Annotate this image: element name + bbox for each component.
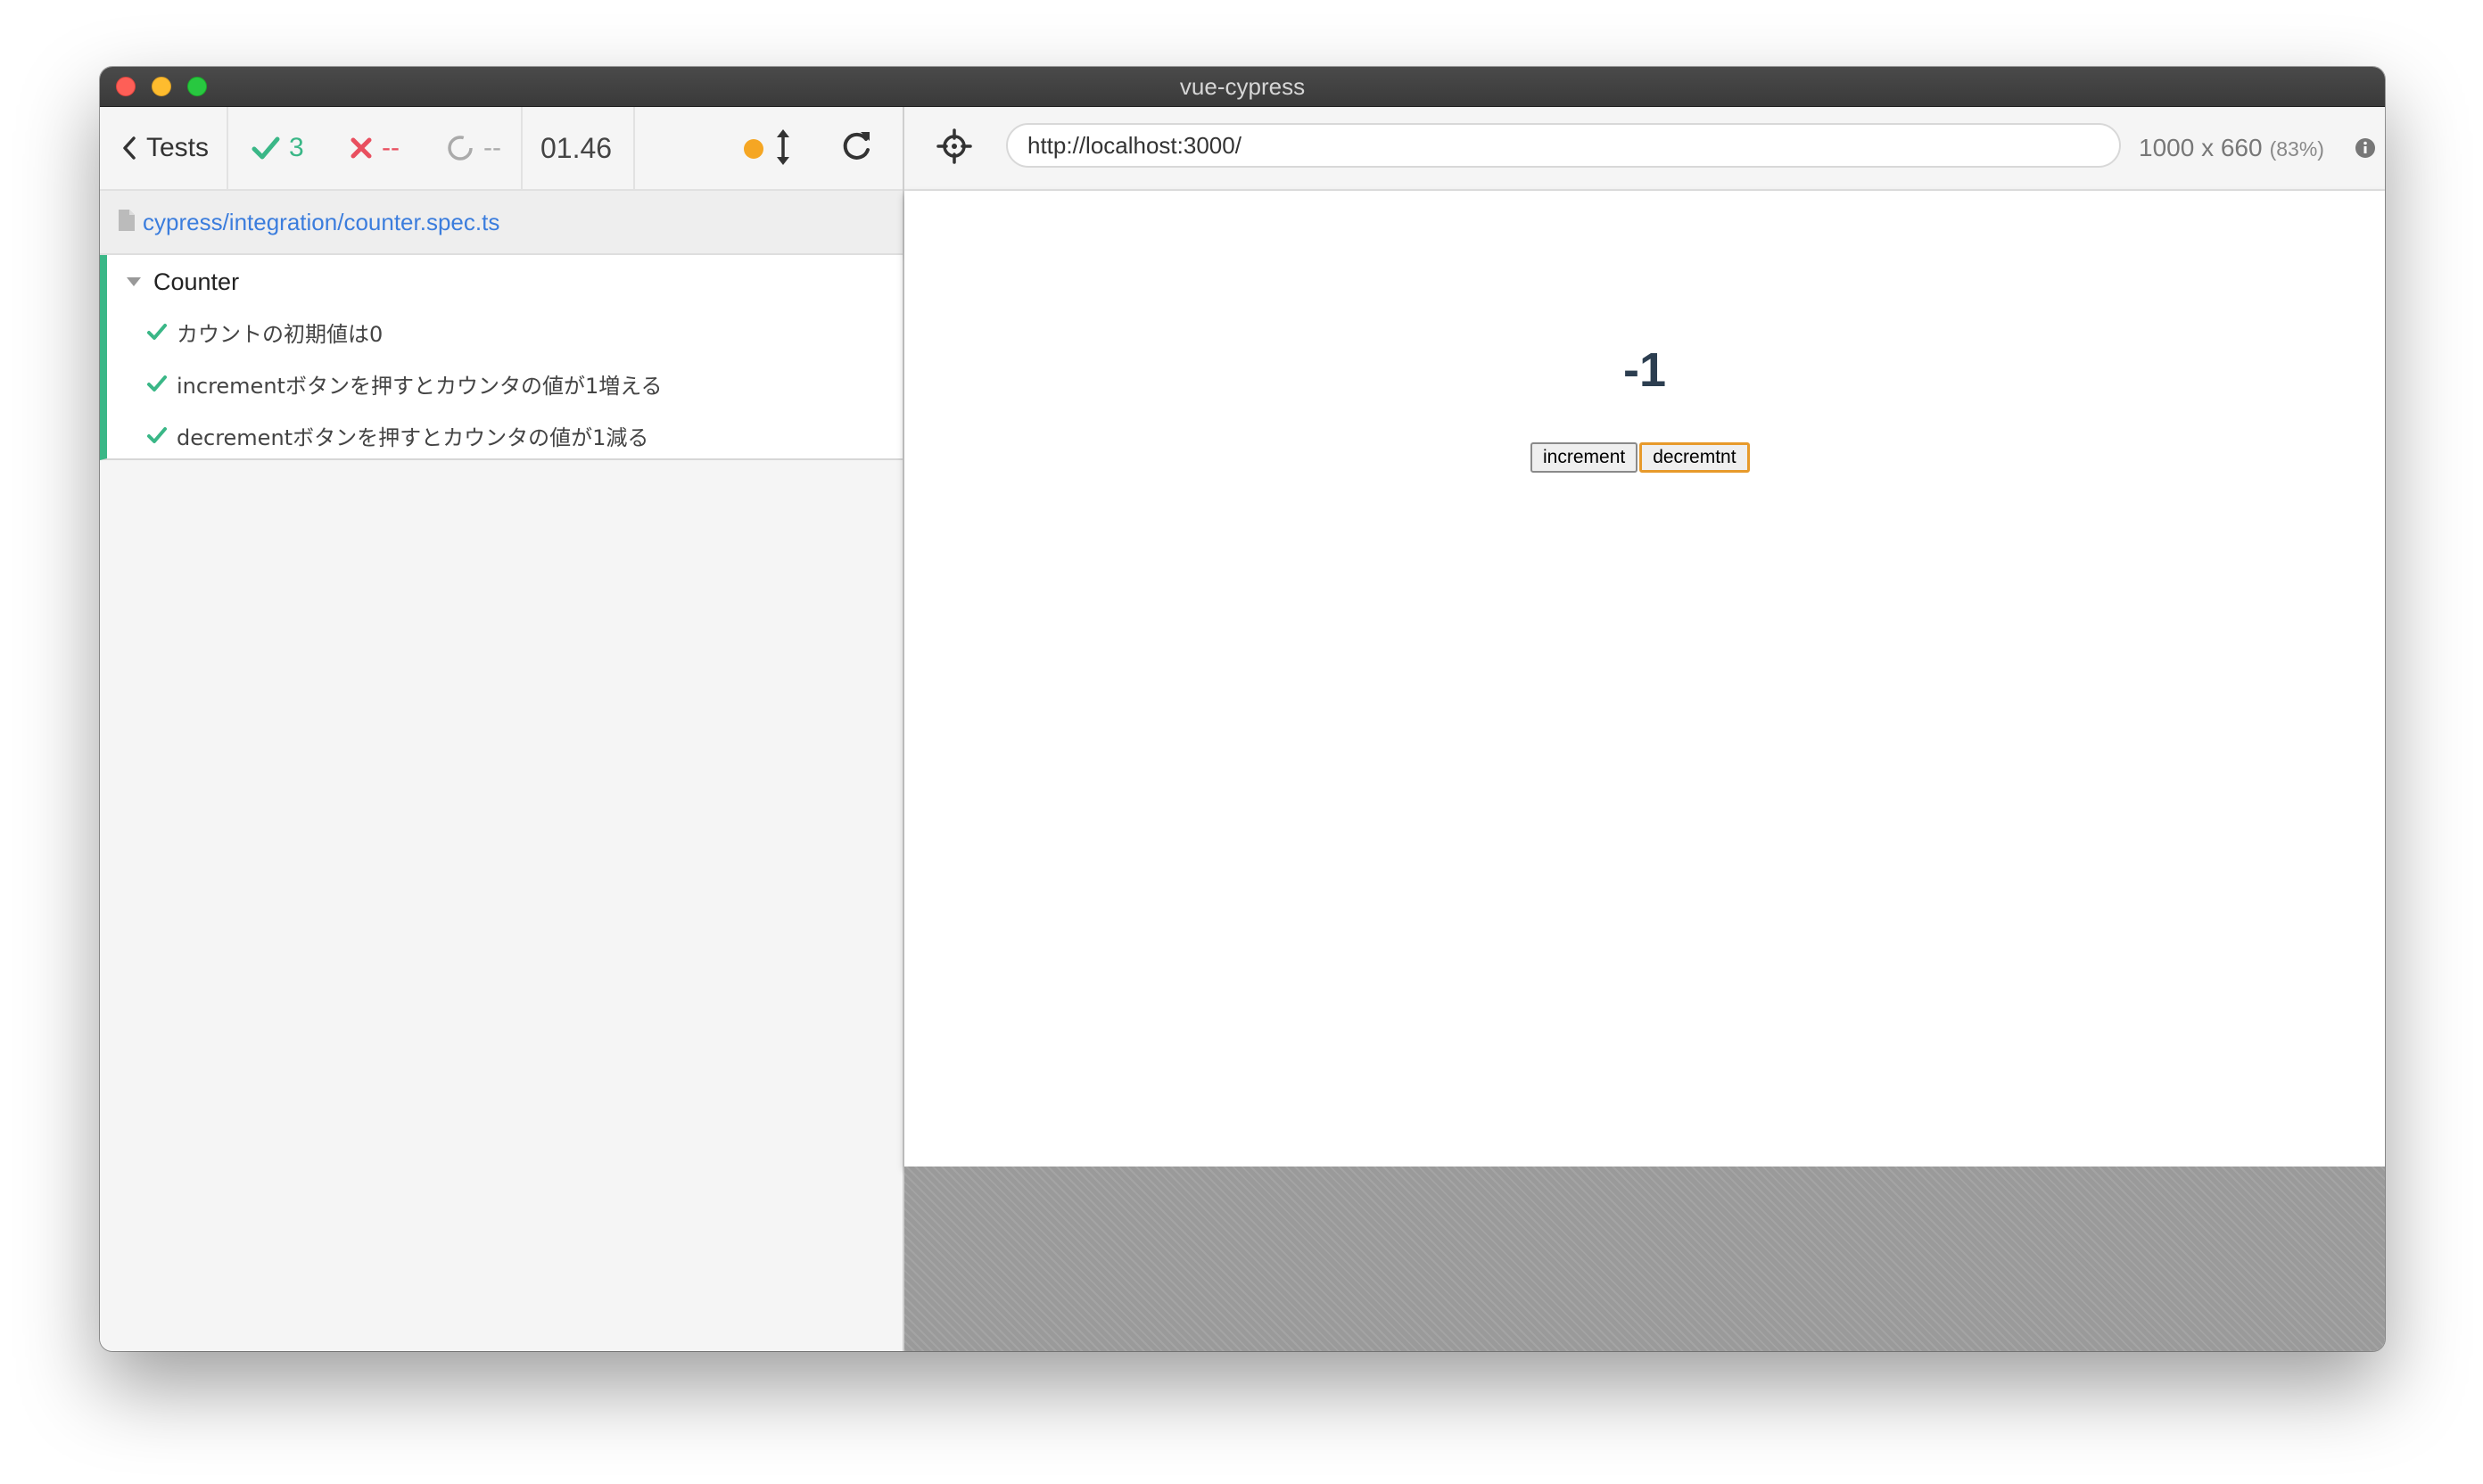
viewport-scale: (83%) [2269,137,2324,161]
window-title: vue-cypress [1179,73,1306,100]
divider [633,107,635,189]
reporter-panel: Tests 3 -- -- 01.46 cypress/integration/… [100,107,904,1351]
caret-down-icon [127,277,141,286]
counter-buttons: increment decremtnt [1530,442,1750,473]
pending-count[interactable]: -- [446,107,501,189]
duration: 01.46 [540,131,613,164]
x-icon [351,137,372,159]
test-title: decrementボタンを押すとカウンタの値が1減る [177,425,649,450]
spec-file-link[interactable]: cypress/integration/counter.spec.ts [143,191,499,253]
suite-header[interactable]: Counter [127,264,239,300]
viewport-overflow-area [904,1167,2385,1351]
failed-count-value: -- [382,133,400,162]
test-item[interactable]: incrementボタンを押すとカウンタの値が1増える [146,366,663,401]
test-item[interactable]: decrementボタンを押すとカウンタの値が1減る [146,417,648,453]
pending-count-value: -- [483,133,501,162]
passed-count[interactable]: 3 [252,107,304,189]
suite-title: Counter [153,268,240,295]
increment-button[interactable]: increment [1530,442,1638,473]
title-bar: vue-cypress [100,67,2385,107]
check-icon [147,427,167,443]
check-icon [147,324,167,340]
tests-button[interactable]: Tests [121,107,209,189]
viewport-info[interactable]: 1000 x 660 (83%) [2139,107,2324,190]
check-icon [147,375,167,392]
viewport-size: 1000 x 660 [2139,134,2263,161]
test-suite: Counter カウントの初期値は0 incrementボタンを押すとカウンタの… [100,255,903,460]
info-icon[interactable] [2355,137,2376,159]
reload-icon[interactable] [837,127,876,168]
status-dot-icon [744,139,763,159]
chevron-left-icon [123,136,136,160]
tests-label: Tests [146,133,210,162]
test-title: incrementボタンを押すとカウンタの値が1増える [177,373,663,399]
divider [521,107,523,189]
decrement-button[interactable]: decremtnt [1639,442,1750,473]
counter-value: -1 [1622,343,1666,397]
app-under-test-frame: -1 increment decremtnt [904,191,2385,1167]
reporter-header: Tests 3 -- -- 01.46 [100,107,903,191]
file-icon [119,210,135,231]
pending-circle-icon [448,136,473,161]
failed-count[interactable]: -- [350,107,400,189]
aut-header: http://localhost:3000/ 1000 x 660 (83%) [904,107,2385,191]
passed-count-value: 3 [289,133,304,162]
cypress-window: vue-cypress Tests 3 -- -- 01.46 cypress/… [100,67,2385,1351]
spec-file-bar: cypress/integration/counter.spec.ts [100,191,903,255]
divider [227,107,228,189]
check-icon [252,136,280,160]
selector-playground-icon[interactable] [936,128,972,164]
url-bar[interactable]: http://localhost:3000/ [1006,123,2121,168]
test-item[interactable]: カウントの初期値は0 [146,314,383,350]
test-title: カウントの初期値は0 [177,321,384,347]
auto-scroll-icon[interactable] [774,127,792,168]
